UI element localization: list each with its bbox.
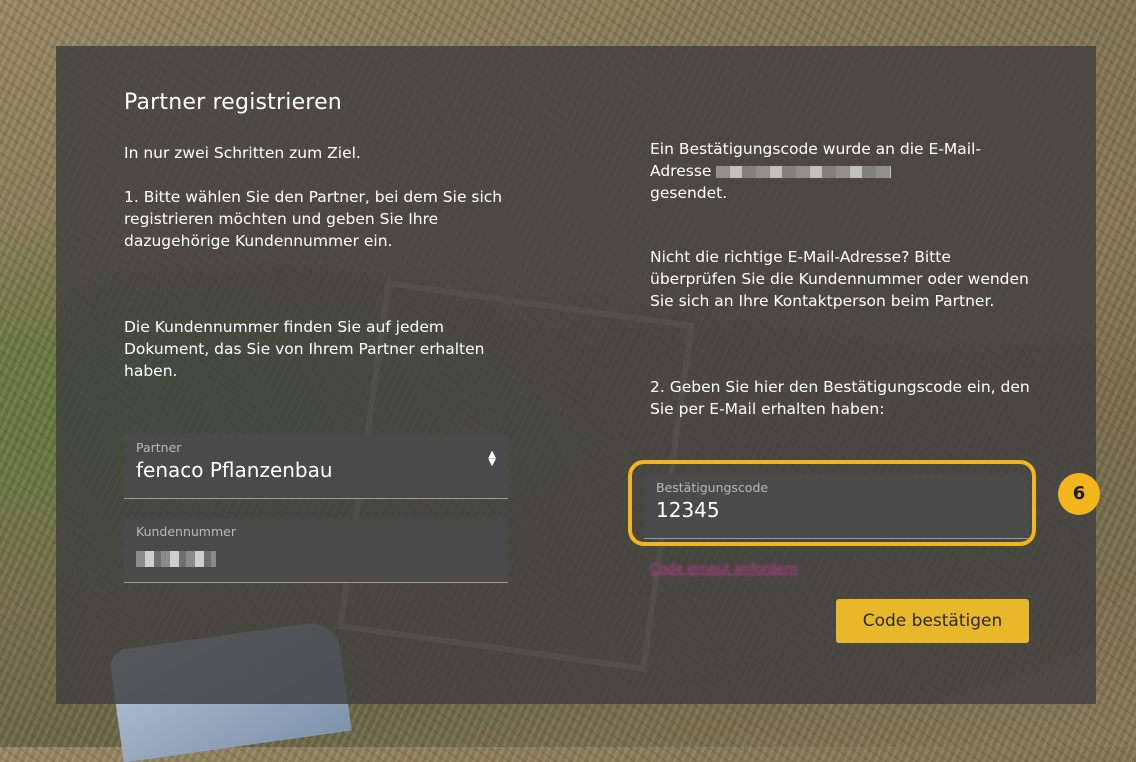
subtitle: In nur zwei Schritten zum Ziel. <box>124 144 361 162</box>
partner-select[interactable]: Partner fenaco Pflanzenbau ▲ ▼ <box>124 434 508 499</box>
redacted-email <box>716 165 892 178</box>
code-sent-message: Ein Bestätigungscode wurde an die E-Mail… <box>650 138 1035 204</box>
select-arrows-icon: ▲ ▼ <box>488 449 496 468</box>
step1-instructions: 1. Bitte wählen Sie den Partner, bei dem… <box>124 188 503 250</box>
customer-number-info: Die Kundennummer finden Sie auf jedem Do… <box>124 318 485 380</box>
confirm-code-button[interactable]: Code bestätigen <box>836 599 1029 643</box>
step2-instructions: 2. Geben Sie hier den Bestätigungscode e… <box>650 378 1030 418</box>
step-number-badge: 6 <box>1058 473 1100 515</box>
partner-select-value: fenaco Pflanzenbau <box>136 458 333 482</box>
partner-select-label: Partner <box>136 440 182 455</box>
customer-number-field[interactable]: Kundennummer <box>124 518 508 583</box>
customer-number-redacted-value <box>136 551 216 567</box>
page-title: Partner registrieren <box>124 90 342 115</box>
registration-panel: Partner registrieren In nur zwei Schritt… <box>56 46 1100 704</box>
resend-code-link[interactable]: Code erneut anfordern <box>650 562 798 577</box>
customer-number-label: Kundennummer <box>136 524 236 539</box>
code-sent-suffix: gesendet. <box>650 184 728 202</box>
wrong-email-hint: Nicht die richtige E-Mail-Adresse? Bitte… <box>650 248 1029 310</box>
step-highlight-frame <box>628 460 1036 546</box>
